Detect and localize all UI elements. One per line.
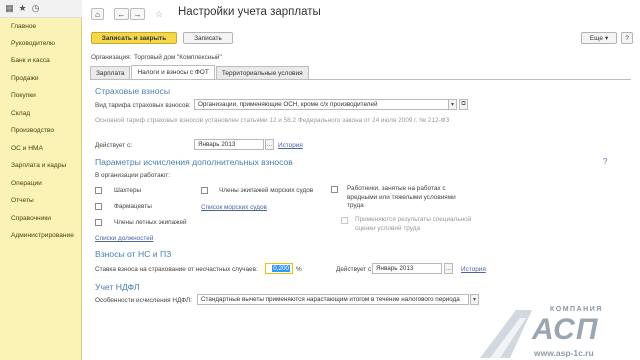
- app-toolbar: ▦ ★ ◷: [0, 0, 82, 18]
- sidebar-item-catalogs[interactable]: Справочники: [11, 215, 51, 222]
- pharmacists-label: Фармацевты: [114, 203, 152, 210]
- more-button[interactable]: Еще ▾: [581, 32, 617, 44]
- save-button[interactable]: Записать: [183, 32, 233, 44]
- tariff-field[interactable]: Организации, применяющие ОСН, кроме с/х …: [194, 99, 456, 110]
- apps-icon[interactable]: ▦: [3, 2, 16, 16]
- logo-company-label: КОМПАНИЯ: [550, 306, 603, 313]
- favorite-star-button[interactable]: ☆: [152, 8, 166, 20]
- special-eval-checkbox[interactable]: [341, 217, 348, 224]
- star-outline-icon: ☆: [154, 8, 164, 19]
- sidebar-item-sales[interactable]: Продажи: [11, 75, 39, 82]
- insurance-section-title: Страховые взносы: [95, 86, 170, 96]
- sidebar-item-payroll[interactable]: Зарплата и кадры: [11, 162, 66, 169]
- accident-rate-value: 0,200: [272, 265, 290, 272]
- works-label: В организации работают:: [95, 172, 170, 179]
- page-title: Настройки учета зарплаты: [178, 6, 321, 18]
- arrow-right-icon: →: [133, 9, 142, 19]
- chevron-down-icon: ▾: [450, 102, 454, 108]
- home-icon: ⌂: [95, 9, 100, 19]
- additional-help-icon[interactable]: ?: [603, 157, 607, 166]
- sidebar-item-warehouse[interactable]: Склад: [11, 110, 30, 117]
- miners-checkbox[interactable]: [95, 187, 102, 194]
- sidebar-item-reports[interactable]: Отчеты: [11, 197, 34, 204]
- chevron-down-icon: ▾: [604, 35, 609, 42]
- accident-section-title: Взносы от НС и ПЗ: [95, 249, 172, 259]
- arrow-left-icon: ←: [117, 9, 126, 19]
- tariff-dropdown-button[interactable]: ▾: [448, 99, 457, 110]
- open-icon: ⧉: [461, 101, 466, 107]
- company-logo: КОМПАНИЯ АСП www.asp-1c.ru: [470, 304, 640, 360]
- sidebar: Главное Руководителю Банк и касса Продаж…: [0, 18, 82, 360]
- sidebar-item-purchases[interactable]: Покупки: [11, 92, 36, 99]
- hazard-workers-label: Работники, занятые на работах с вредными…: [347, 185, 456, 209]
- ellipsis-icon: …: [445, 265, 452, 272]
- help-button[interactable]: ?: [621, 32, 633, 44]
- sidebar-item-production[interactable]: Производство: [11, 127, 54, 134]
- pharmacists-checkbox[interactable]: [95, 203, 102, 210]
- accident-effective-label: Действует с:: [336, 266, 373, 273]
- chevron-down-icon: ▾: [472, 297, 476, 303]
- insurance-effective-field[interactable]: Январь 2013: [194, 139, 264, 150]
- logo-brand: АСП: [532, 313, 599, 346]
- sea-crew-checkbox[interactable]: [201, 187, 208, 194]
- positions-link[interactable]: Списки должностей: [95, 235, 153, 242]
- tariff-label: Вид тарифа страховых взносов:: [95, 102, 191, 109]
- logo-url: www.asp-1c.ru: [534, 348, 594, 358]
- additional-section-title: Параметры исчисления дополнительных взно…: [95, 157, 293, 167]
- sidebar-item-management[interactable]: Руководителю: [11, 40, 55, 47]
- tab-territorial[interactable]: Территориальные условия: [215, 66, 309, 79]
- back-button[interactable]: ←: [114, 8, 129, 20]
- tab-divider: [90, 79, 631, 80]
- ellipsis-icon: …: [266, 141, 273, 148]
- org-label: Организация:: [91, 54, 132, 61]
- accident-effective-field[interactable]: Январь 2013: [372, 263, 442, 274]
- special-eval-label: Применяются результаты специальной оценк…: [355, 216, 472, 232]
- percent-label: %: [296, 266, 302, 273]
- accident-period-select-button[interactable]: …: [444, 263, 453, 274]
- flight-crew-label: Члены летных экипажей: [114, 219, 187, 226]
- insurance-period-select-button[interactable]: …: [265, 139, 274, 150]
- more-label: Еще: [589, 34, 603, 42]
- ship-list-link[interactable]: Список морских судов: [201, 204, 267, 211]
- accident-history-link[interactable]: История: [461, 266, 486, 273]
- sea-crew-label: Члены экипажей морских судов: [219, 187, 314, 194]
- tariff-open-button[interactable]: ⧉: [459, 99, 468, 110]
- hazard-workers-checkbox[interactable]: [331, 186, 338, 193]
- accident-rate-label: Ставка взноса на страхование от несчастн…: [95, 266, 258, 273]
- tab-taxes[interactable]: Налоги и взносы с ФОТ: [131, 65, 215, 79]
- sidebar-item-assets[interactable]: ОС и НМА: [11, 145, 43, 152]
- accident-rate-field[interactable]: 0,200: [265, 263, 293, 274]
- star-icon[interactable]: ★: [16, 2, 29, 16]
- sidebar-item-bank[interactable]: Банк и касса: [11, 57, 50, 64]
- ndfl-calc-field[interactable]: Стандартные вычеты применяются нарастающ…: [197, 294, 469, 305]
- ndfl-section-title: Учет НДФЛ: [95, 282, 140, 292]
- tariff-note: Основной тариф страховых взносов установ…: [95, 117, 450, 124]
- home-button[interactable]: ⌂: [91, 8, 104, 20]
- forward-button[interactable]: →: [130, 8, 145, 20]
- tab-bar: Зарплата Налоги и взносы с ФОТ Территори…: [90, 65, 310, 79]
- sidebar-item-operations[interactable]: Операции: [11, 180, 42, 187]
- save-and-close-button[interactable]: Записать и закрыть: [91, 32, 177, 44]
- sidebar-item-admin[interactable]: Администрирование: [11, 232, 74, 239]
- ndfl-calc-label: Особенности исчисления НДФЛ:: [95, 297, 192, 304]
- tab-salary[interactable]: Зарплата: [90, 66, 131, 79]
- insurance-history-link[interactable]: История: [278, 142, 303, 149]
- sidebar-item-main[interactable]: Главное: [11, 23, 36, 30]
- org-value: Торговый дом "Комплексный": [134, 54, 222, 61]
- insurance-effective-label: Действует с:: [95, 142, 132, 149]
- flight-crew-checkbox[interactable]: [95, 219, 102, 226]
- history-icon[interactable]: ◷: [29, 2, 42, 16]
- miners-label: Шахтеры: [114, 187, 142, 194]
